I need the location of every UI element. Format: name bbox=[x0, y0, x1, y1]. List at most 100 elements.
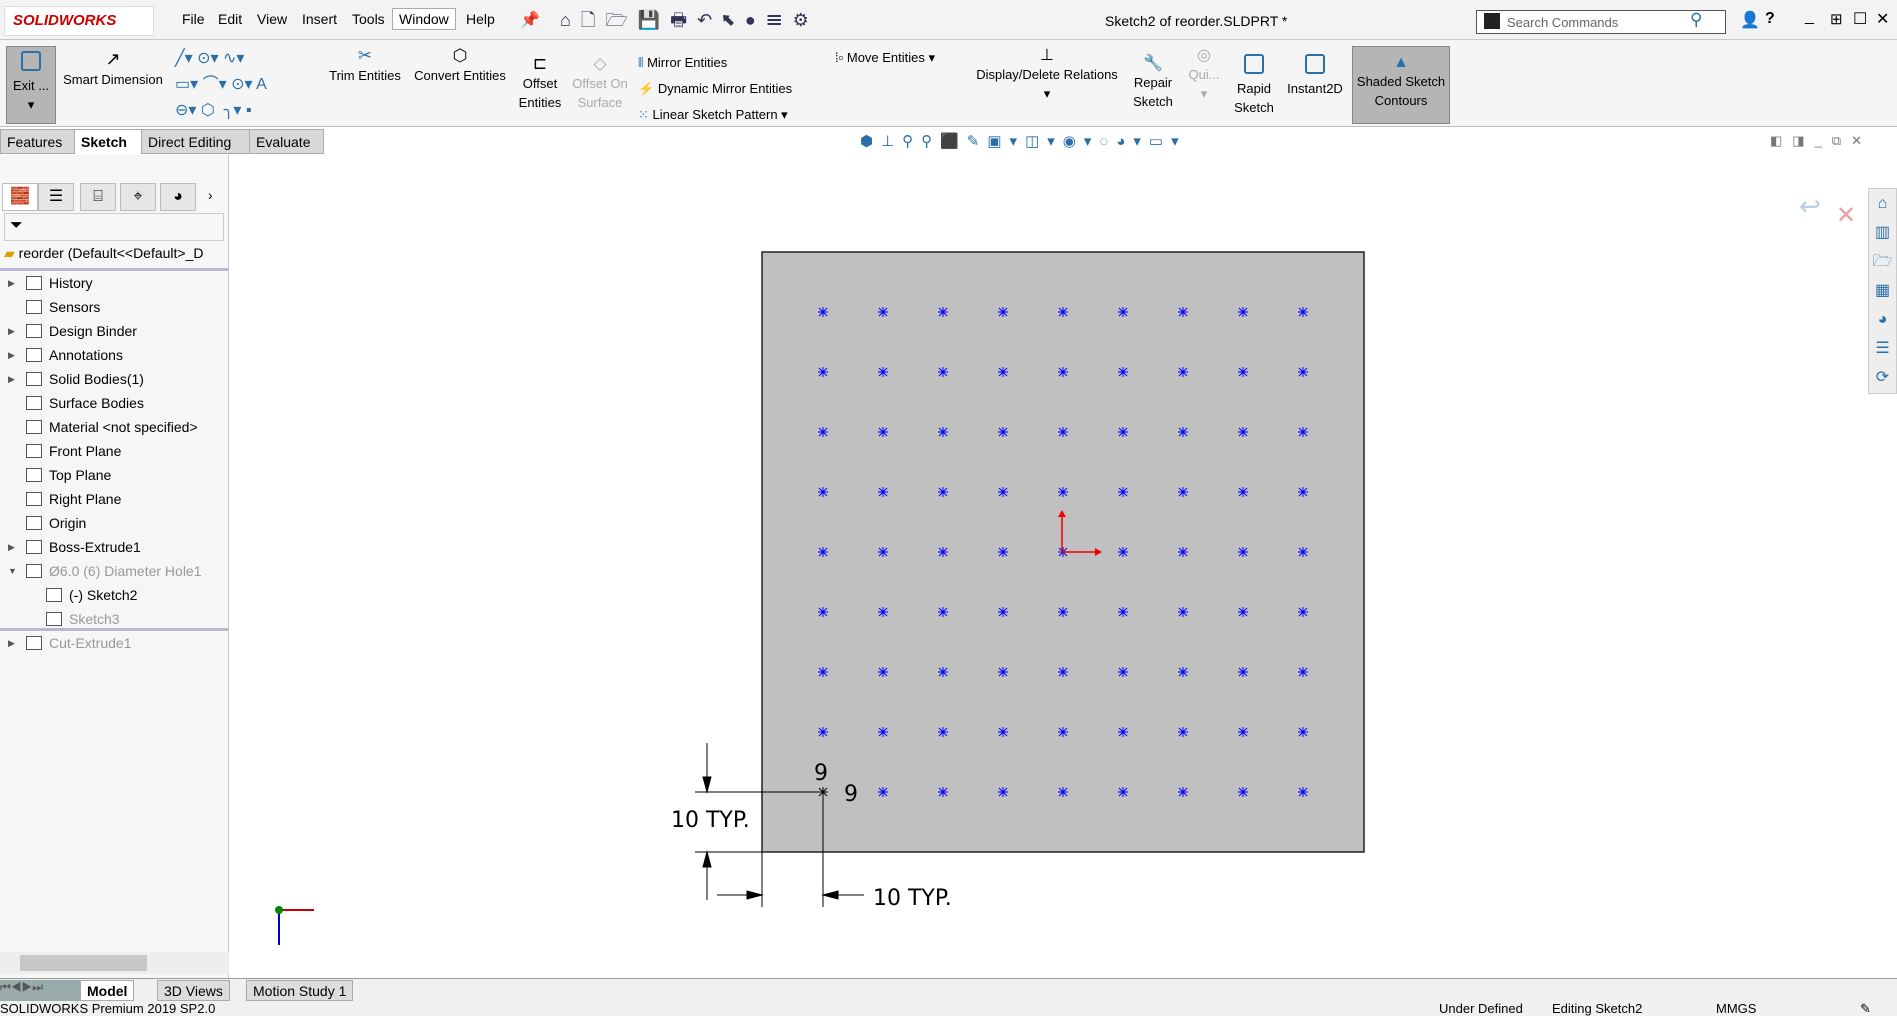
menu-window[interactable]: Window bbox=[392, 8, 456, 30]
user-icon[interactable]: 👤 bbox=[1740, 10, 1760, 30]
sketch-point[interactable] bbox=[1178, 787, 1188, 797]
expand-arrow-icon[interactable]: ▼ bbox=[8, 559, 17, 583]
sketch-point[interactable] bbox=[938, 367, 948, 377]
row-count-label[interactable]: 9 bbox=[814, 761, 828, 786]
tab-model[interactable]: Model bbox=[80, 980, 135, 1001]
help-icon[interactable]: ? bbox=[1765, 10, 1775, 28]
graphics-area[interactable]: 9 9 10 TYP. 10 TYP. ↩ ✕ bbox=[229, 155, 1897, 978]
feature-manager-tab-icon[interactable]: 🧱 bbox=[2, 183, 38, 211]
quick-snaps-button[interactable]: ◎ Qui... ▾ bbox=[1186, 46, 1222, 103]
sketch-point[interactable] bbox=[998, 607, 1008, 617]
display-manager-tab-icon[interactable]: ◕ bbox=[160, 183, 196, 211]
display-delete-relations-button[interactable]: ⊥ Display/Delete Relations ▾ bbox=[972, 46, 1122, 103]
expand-arrow-icon[interactable]: ▶ bbox=[8, 631, 15, 655]
tree-item[interactable]: Surface Bodies bbox=[0, 391, 229, 415]
sketch-point[interactable] bbox=[1298, 787, 1308, 797]
menu-view[interactable]: View bbox=[257, 11, 287, 27]
menu-insert[interactable]: Insert bbox=[302, 11, 337, 27]
sketch-point[interactable] bbox=[998, 307, 1008, 317]
tree-root-part[interactable]: ▰ reorder (Default<<Default>_D bbox=[4, 245, 229, 262]
trim-entities-button[interactable]: ✂ Trim Entities bbox=[325, 46, 405, 85]
instant2d-button[interactable]: Instant2D bbox=[1284, 54, 1346, 98]
horizontal-scrollbar[interactable] bbox=[0, 952, 229, 974]
expand-arrow-icon[interactable]: ▶ bbox=[8, 367, 15, 391]
sketch-point[interactable] bbox=[818, 427, 828, 437]
repair-sketch-button[interactable]: 🔧 Repair Sketch bbox=[1128, 54, 1178, 111]
sketch-point[interactable] bbox=[878, 427, 888, 437]
sketch-point[interactable] bbox=[1238, 667, 1248, 677]
sketch-point[interactable] bbox=[878, 547, 888, 557]
sketch-point[interactable] bbox=[878, 487, 888, 497]
sketch-point[interactable] bbox=[878, 727, 888, 737]
sketch-point[interactable] bbox=[1058, 727, 1068, 737]
units-selector[interactable]: MMGS bbox=[1716, 1001, 1756, 1016]
sketch-point[interactable] bbox=[938, 487, 948, 497]
solidworks-logo[interactable]: SOLIDWORKS bbox=[4, 6, 154, 36]
sketch-point[interactable] bbox=[998, 547, 1008, 557]
sketch-point[interactable] bbox=[878, 607, 888, 617]
sketch-point[interactable] bbox=[938, 667, 948, 677]
sketch-point[interactable] bbox=[1238, 547, 1248, 557]
dynamic-mirror-button[interactable]: ⚡ Dynamic Mirror Entities bbox=[638, 76, 792, 102]
sketch-point[interactable] bbox=[1178, 547, 1188, 557]
sketch-point[interactable] bbox=[1178, 367, 1188, 377]
task-pane-tabs[interactable]: ⌂ ▥ 🗁 ▦ ◕ ☰ ⟳ bbox=[1868, 188, 1897, 394]
sketch-point[interactable] bbox=[998, 367, 1008, 377]
sketch-point[interactable] bbox=[1118, 787, 1128, 797]
sketch-point[interactable] bbox=[1298, 487, 1308, 497]
sketch-point[interactable] bbox=[1178, 727, 1188, 737]
sketch-point[interactable] bbox=[1178, 607, 1188, 617]
sketch-point[interactable] bbox=[1238, 427, 1248, 437]
sketch-point[interactable] bbox=[1058, 307, 1068, 317]
sketch-point[interactable] bbox=[938, 307, 948, 317]
mirror-entities-button[interactable]: ⫴ Mirror Entities bbox=[638, 50, 792, 76]
tree-item[interactable]: Material <not specified> bbox=[0, 415, 229, 439]
sketch-point[interactable] bbox=[1178, 427, 1188, 437]
sketch-point[interactable] bbox=[1178, 667, 1188, 677]
rebuild-icon[interactable]: ✎ bbox=[1860, 1001, 1871, 1016]
sketch-point[interactable] bbox=[1058, 607, 1068, 617]
sketch-point[interactable] bbox=[998, 727, 1008, 737]
expand-arrow-icon[interactable]: ▶ bbox=[8, 271, 15, 295]
menu-edit[interactable]: Edit bbox=[218, 11, 242, 27]
tree-item[interactable]: Top Plane bbox=[0, 463, 229, 487]
sketch-point[interactable] bbox=[878, 787, 888, 797]
tree-item[interactable]: ▶ Cut-Extrude1 bbox=[0, 631, 229, 655]
tree-item[interactable]: (-) Sketch2 bbox=[0, 583, 229, 607]
dimxpert-tab-icon[interactable]: ⌖ bbox=[120, 183, 156, 211]
sketch-point[interactable] bbox=[1118, 427, 1128, 437]
sketch-point[interactable] bbox=[1118, 547, 1128, 557]
search-icon[interactable]: ⚲ bbox=[1690, 10, 1702, 30]
sketch-point[interactable] bbox=[1118, 307, 1128, 317]
tab-motion-study[interactable]: Motion Study 1 bbox=[246, 980, 354, 1001]
tree-item[interactable]: Front Plane bbox=[0, 439, 229, 463]
sketch-point[interactable] bbox=[938, 607, 948, 617]
sketch-point[interactable] bbox=[818, 367, 828, 377]
tree-item[interactable]: Origin bbox=[0, 511, 229, 535]
confirmation-corner[interactable]: ↩ ✕ bbox=[1799, 191, 1856, 229]
move-entities-button[interactable]: ⁞▫ Move Entities ▾ bbox=[835, 50, 935, 66]
sketch-point[interactable] bbox=[938, 787, 948, 797]
close-icon[interactable]: ✕ bbox=[1876, 9, 1889, 29]
sketch-point[interactable] bbox=[1118, 727, 1128, 737]
sketch-point[interactable] bbox=[1058, 667, 1068, 677]
sketch-point[interactable] bbox=[1298, 427, 1308, 437]
sketch-point[interactable] bbox=[1238, 787, 1248, 797]
tab-sketch[interactable]: Sketch bbox=[74, 129, 142, 154]
sketch-point[interactable] bbox=[998, 667, 1008, 677]
expand-arrow-icon[interactable]: ▶ bbox=[8, 319, 15, 343]
sketch-point[interactable] bbox=[1298, 727, 1308, 737]
tree-item[interactable]: Right Plane bbox=[0, 487, 229, 511]
chevron-right-icon[interactable]: › bbox=[208, 187, 213, 203]
tile-icon[interactable]: ⊞ bbox=[1830, 10, 1843, 28]
quick-access-toolbar[interactable]: ⌂🗋🗁💾🖶↶⬉●☰⚙ bbox=[560, 8, 819, 38]
rollback-bar[interactable] bbox=[0, 628, 229, 631]
col-count-label[interactable]: 9 bbox=[844, 782, 858, 807]
sketch-point[interactable] bbox=[1118, 367, 1128, 377]
sketch-point[interactable] bbox=[818, 547, 828, 557]
expand-arrow-icon[interactable]: ▶ bbox=[8, 535, 15, 559]
sketch-point[interactable] bbox=[1238, 307, 1248, 317]
sketch-point[interactable] bbox=[818, 487, 828, 497]
sketch-point[interactable] bbox=[878, 367, 888, 377]
sketch-canvas[interactable]: 9 9 10 TYP. 10 TYP. ↩ ✕ bbox=[229, 155, 1897, 978]
